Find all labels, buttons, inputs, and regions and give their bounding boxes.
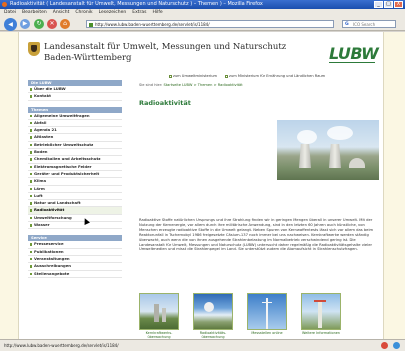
checkbox-icon [225,74,229,78]
menu-chronik[interactable]: Chronik [75,9,92,17]
sidebar-item-ausschreibungen[interactable]: Ausschreibungen [28,263,122,271]
status-text: http://www.lubw.baden-wuerttemberg.de/se… [4,343,119,348]
sidebar-item-abfall[interactable]: Abfall [28,120,122,128]
status-bar: http://www.lubw.baden-wuerttemberg.de/se… [0,339,405,351]
sidebar-item-natur[interactable]: Natur und Landschaft [28,200,122,208]
link-mlr[interactable]: zum Ministerium für Ernährung und Ländli… [225,74,325,78]
sidebar-item-agenda[interactable]: Agenda 21 [28,127,122,135]
sidebar-item-geraete[interactable]: Geräte- und Produktsicherheit [28,171,122,179]
sidebar-item-allgemeine[interactable]: Allgemeine Umweltfragen [28,113,122,120]
steam-cloud [327,126,353,140]
sidebar-item-luft[interactable]: Luft [28,193,122,201]
tile-kkw-caption: Kernkraftwerks-überwachung [145,331,173,339]
sidebar-item-publikationen[interactable]: Publikationen [28,249,122,256]
sidebar-item-umweltforschung[interactable]: Umweltforschung [28,215,122,223]
navigation-toolbar: ◀ ▶ ↻ ✕ ⌂ http://www.lubw.baden-wuerttem… [0,17,405,31]
search-placeholder: ICO Search [353,22,376,27]
close-button[interactable]: X [394,1,403,8]
forward-button[interactable]: ▶ [20,19,30,29]
page-title: Radioaktivität [139,99,191,107]
addon-icon[interactable] [393,342,400,349]
adblock-icon[interactable] [381,342,388,349]
search-engine-icon: G [345,22,349,27]
window-controls: _ □ X [374,1,403,8]
home-button[interactable]: ⌂ [60,19,70,29]
sidebar-item-altlasten[interactable]: Altlasten [28,134,122,142]
sidebar-item-chemikalien[interactable]: Chemikalien und Arbeitsschutz [28,156,122,164]
sidebar-item-stellen[interactable]: Stellenangebote [28,271,122,278]
menu-extras[interactable]: Extras [132,9,146,17]
menu-lesezeichen[interactable]: Lesezeichen [99,9,127,17]
intro-paragraph: Radioaktive Stoffe natürlichen Ursprungs… [139,218,374,252]
menu-bearbeiten[interactable]: Bearbeiten [22,9,47,17]
back-button[interactable]: ◀ [4,17,17,31]
page-header: Landesanstalt für Umwelt, Messungen und … [19,32,385,68]
sidebar-item-presse[interactable]: Presseservice [28,241,122,249]
page-content: Landesanstalt für Umwelt, Messungen und … [18,32,384,339]
minimize-button[interactable]: _ [374,1,383,8]
org-name: Landesanstalt für Umwelt, Messungen und … [44,42,286,64]
sidebar-item-veranstaltungen[interactable]: Veranstaltungen [28,256,122,264]
window-title: Radioaktivität ( Landesanstalt für Umwel… [10,1,263,7]
link-umweltministerium[interactable]: zum Umweltministerium [169,74,217,78]
site-favicon [89,22,93,27]
steam-cloud [297,130,317,144]
tile-mess-caption: Messstellen online [251,331,283,335]
reactor-dome [349,158,365,168]
menu-bar: Datei Bearbeiten Ansicht Chronik Lesezei… [0,9,405,17]
sidebar-item-betrieblicher[interactable]: Betrieblicher Umweltschutz [28,142,122,150]
reload-button[interactable]: ↻ [34,19,44,29]
maximize-button[interactable]: □ [384,1,393,8]
sidebar-item-boden[interactable]: Boden [28,149,122,157]
checkbox-icon [169,74,172,78]
nuclear-plant-photo [277,120,379,180]
sidebar-item-kontakt[interactable]: Kontakt [28,93,122,101]
tile-radio-image [193,293,233,330]
tile-weitere-caption: Weitere Informationen [302,331,340,335]
tile-mess-image [247,293,287,330]
breadcrumb: Sie sind hier: Startseite LUBW > Themen … [139,83,243,87]
url-text: http://www.lubw.baden-wuerttemberg.de/se… [95,22,210,27]
org-name-line1: Landesanstalt für Umwelt, Messungen und … [44,42,287,52]
search-box[interactable]: G ICO Search [342,20,396,28]
cooling-tower [329,144,341,168]
menu-ansicht[interactable]: Ansicht [53,9,70,17]
tile-messstellen[interactable]: Messstellen online [247,293,287,339]
logo-text: LUBW [329,44,379,63]
url-bar[interactable]: http://www.lubw.baden-wuerttemberg.de/se… [86,20,334,28]
stop-button[interactable]: ✕ [47,19,57,29]
window-titlebar: Radioaktivität ( Landesanstalt für Umwel… [0,0,405,9]
tile-radioaktivitaet[interactable]: Radioaktivitäts-überwachung [193,293,233,339]
tile-kkw[interactable]: Kernkraftwerks-überwachung [139,293,179,339]
sidebar-item-emf[interactable]: Elektromagnetische Felder [28,164,122,171]
org-name-line2: Baden-Württemberg [44,53,132,63]
breadcrumb-path[interactable]: Startseite LUBW > Themen > Radioaktivitä… [163,83,242,87]
sidebar-item-klima[interactable]: Klima [28,178,122,186]
topic-tiles: Kernkraftwerks-überwachung Radioaktivitä… [139,293,341,339]
sidebar: Die LUBW Über die LUBW Kontakt Themen Al… [28,80,122,278]
sidebar-item-laerm[interactable]: Lärm [28,186,122,193]
sidebar-item-wasser[interactable]: Wasser [28,222,122,230]
firefox-icon [2,2,7,7]
menu-hilfe[interactable]: Hilfe [152,9,162,17]
cooling-tower [299,144,311,168]
lubw-logo[interactable]: LUBW [329,44,379,63]
tile-kkw-image [139,293,179,330]
coat-of-arms-icon [28,42,40,56]
breadcrumb-prefix: Sie sind hier: [139,83,163,87]
menu-datei[interactable]: Datei [4,9,16,17]
ministry-links: zum Umweltministerium zum Ministerium fü… [169,74,325,78]
tile-weitere[interactable]: Weitere Informationen [301,293,341,339]
tile-weitere-image [301,293,341,330]
tile-radio-caption: Radioaktivitäts-überwachung [199,331,227,339]
logo-underline [329,62,375,63]
sidebar-item-ueber[interactable]: Über die LUBW [28,86,122,94]
sidebar-item-radioaktivitaet[interactable]: Radioaktivität [28,207,122,215]
page-viewport: Landesanstalt für Umwelt, Messungen und … [0,32,405,339]
